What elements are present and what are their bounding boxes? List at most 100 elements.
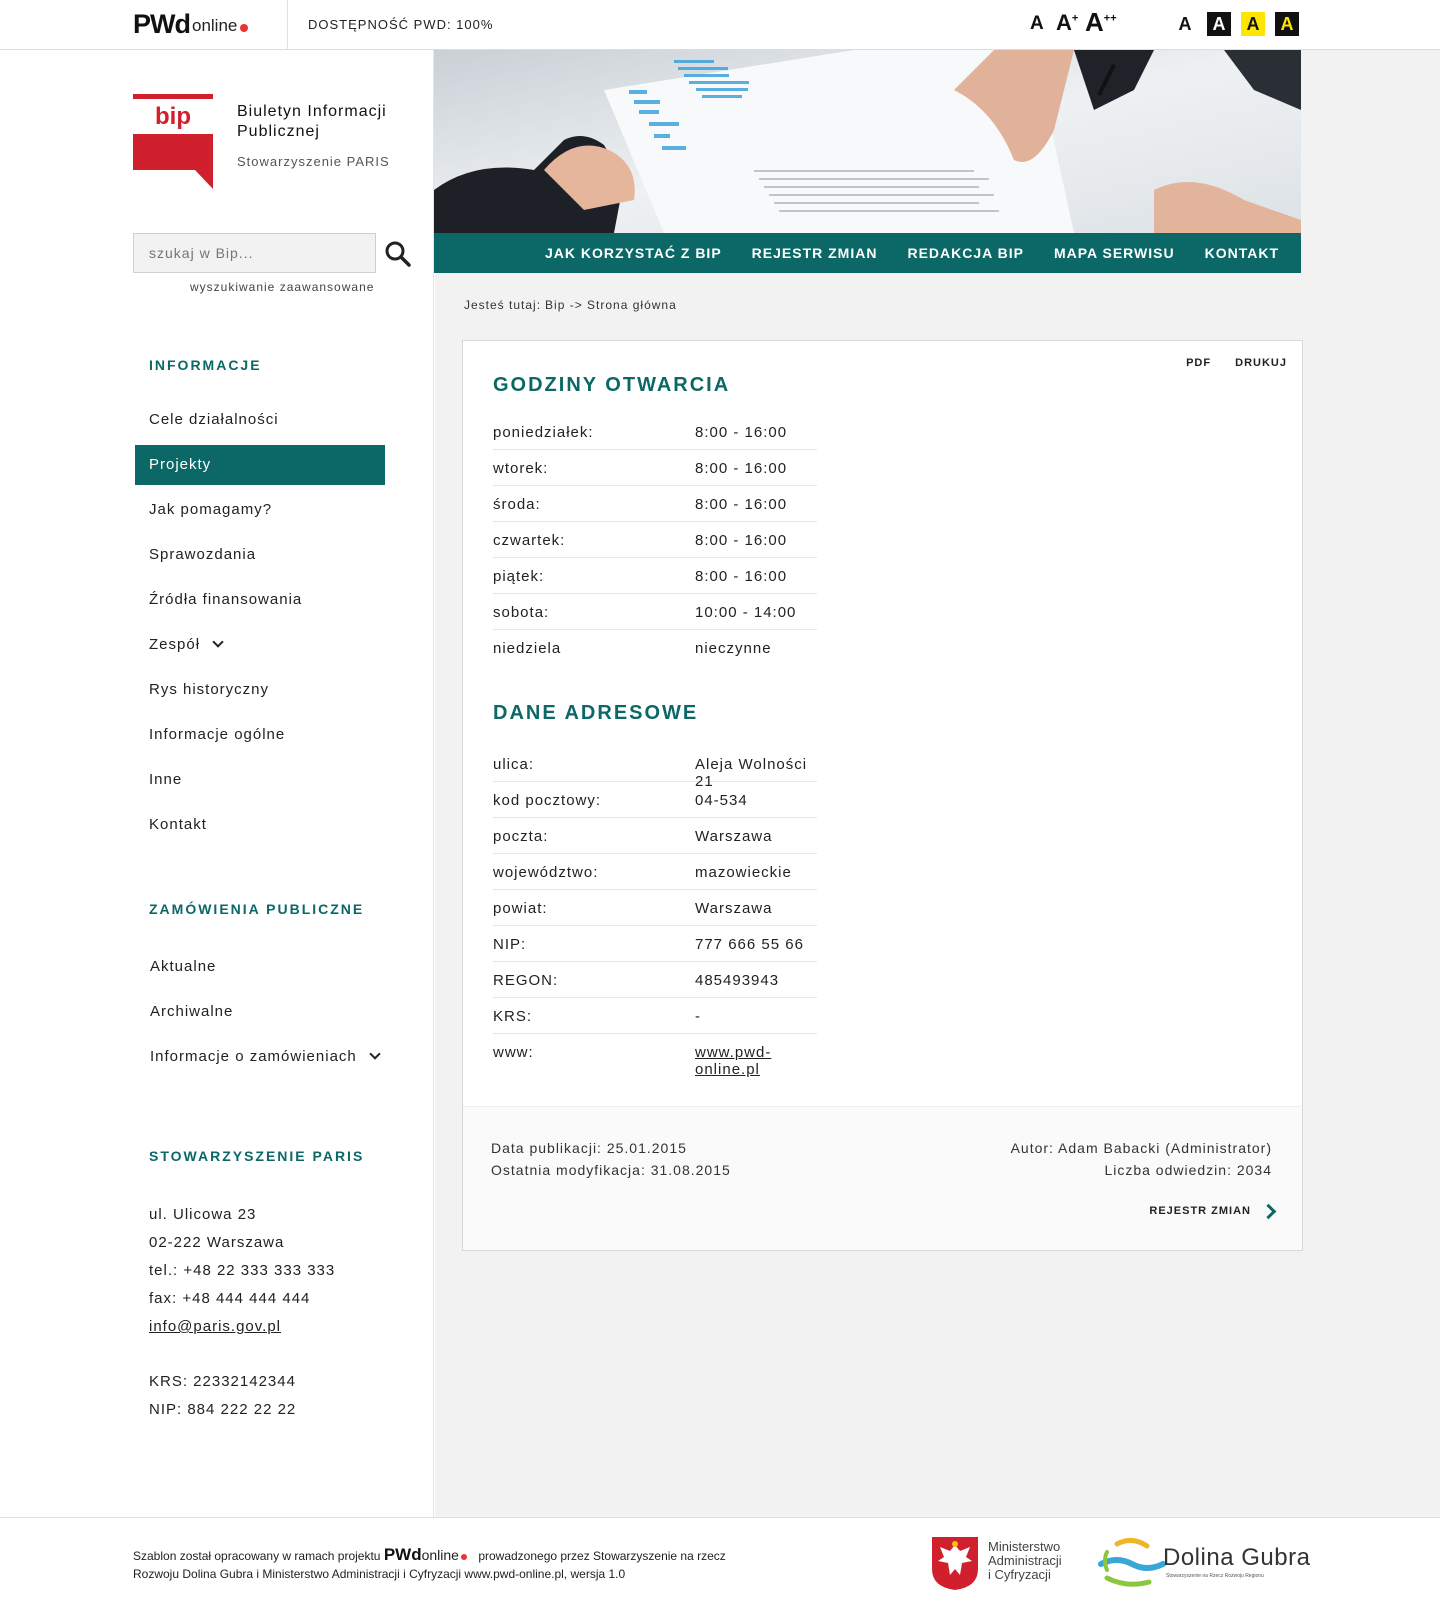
pwd-logo-mark: PWd xyxy=(133,9,191,39)
sidebar-item-archiwalne[interactable]: Archiwalne xyxy=(136,992,386,1032)
org-nip: NIP: 884 222 22 22 xyxy=(149,1401,297,1418)
day-label: wtorek: xyxy=(493,460,549,477)
address-label: województwo: xyxy=(493,864,599,881)
day-hours: 8:00 - 16:00 xyxy=(695,460,788,477)
contrast-black-yellow-button[interactable]: A xyxy=(1275,12,1299,36)
website-link[interactable]: www.pwd-online.pl xyxy=(695,1044,817,1078)
page-footer: Szablon został opracowany w ramach proje… xyxy=(0,1517,1440,1609)
hours-row: niedziela nieczynne xyxy=(493,630,817,666)
address-label: powiat: xyxy=(493,900,548,917)
day-hours: 10:00 - 14:00 xyxy=(695,604,797,621)
sidebar-item-informacje-zamowienia[interactable]: Informacje o zamówieniach xyxy=(136,1037,416,1077)
sidebar-item-zespol[interactable]: Zespół xyxy=(135,625,385,665)
breadcrumb-path[interactable]: Bip -> Strona główna xyxy=(545,298,677,312)
chevron-down-icon[interactable] xyxy=(369,1048,381,1060)
hours-row: poniedziałek: 8:00 - 16:00 xyxy=(493,414,817,450)
bip-logo-icon[interactable]: bip xyxy=(133,94,213,189)
sidebar-item-projekty[interactable]: Projekty xyxy=(135,445,385,485)
address-row: KRS: - xyxy=(493,998,817,1034)
published-date: Data publikacji: 25.01.2015 xyxy=(491,1140,687,1156)
hours-row: wtorek: 8:00 - 16:00 xyxy=(493,450,817,486)
sidebar-item-inne[interactable]: Inne xyxy=(135,760,385,800)
main-nav: JAK KORZYSTAĆ Z BIP REJESTR ZMIAN REDAKC… xyxy=(434,233,1301,273)
address-value: 04-534 xyxy=(695,792,748,809)
day-label: poniedziałek: xyxy=(493,424,594,441)
contrast-black-white-button[interactable]: A xyxy=(1207,12,1231,36)
org-email-link[interactable]: info@paris.gov.pl xyxy=(149,1318,281,1335)
footer-pwd-logo[interactable]: PWd xyxy=(384,1545,422,1564)
hours-title: GODZINY OTWARCIA xyxy=(493,374,731,396)
section-heading-informacje: INFORMACJE xyxy=(149,357,262,373)
pwd-online-logo[interactable]: PWd online xyxy=(133,9,249,39)
bip-subtitle: Stowarzyszenie PARIS xyxy=(237,154,390,169)
accessibility-indicator: DOSTĘPNOŚĆ PWD: 100% xyxy=(308,17,494,32)
nav-rejestr-zmian[interactable]: REJESTR ZMIAN xyxy=(752,245,878,261)
author: Autor: Adam Babacki (Administrator) xyxy=(1010,1140,1272,1156)
hero-image xyxy=(434,50,1301,233)
sidebar-item-cele[interactable]: Cele działalności xyxy=(135,400,385,440)
sidebar-item-aktualne[interactable]: Aktualne xyxy=(136,947,386,987)
changes-register-link[interactable]: REJESTR ZMIAN xyxy=(1149,1203,1277,1219)
address-label: poczta: xyxy=(493,828,549,845)
pwd-logo-dot xyxy=(240,24,249,32)
day-hours: nieczynne xyxy=(695,640,772,657)
sidebar-item-kontakt[interactable]: Kontakt xyxy=(135,805,385,845)
nav-jak-korzystac[interactable]: JAK KORZYSTAĆ Z BIP xyxy=(545,245,722,261)
day-label: środa: xyxy=(493,496,541,513)
address-value: Warszawa xyxy=(695,828,773,845)
sidebar-item-jak-pomagamy[interactable]: Jak pomagamy? xyxy=(135,490,385,530)
search-input[interactable] xyxy=(133,233,376,273)
org-city: 02-222 Warszawa xyxy=(149,1234,285,1251)
footer-pwd-online: online xyxy=(421,1547,459,1563)
hours-row: środa: 8:00 - 16:00 xyxy=(493,486,817,522)
day-label: niedziela xyxy=(493,640,562,657)
address-label: ulica: xyxy=(493,756,535,773)
dolina-gubra-logo-icon[interactable] xyxy=(1097,1538,1167,1590)
nav-redakcja[interactable]: REDAKCJA BIP xyxy=(907,245,1024,261)
sidebar-item-rys[interactable]: Rys historyczny xyxy=(135,670,385,710)
dolina-gubra-name: Dolina Gubra xyxy=(1163,1544,1311,1571)
sidebar-item-label: Informacje o zamówieniach xyxy=(150,1048,357,1065)
address-row: województwo: mazowieckie xyxy=(493,854,817,890)
address-label: KRS: xyxy=(493,1008,533,1025)
address-label: www: xyxy=(493,1044,534,1061)
advanced-search-link[interactable]: wyszukiwanie zaawansowane xyxy=(190,280,374,294)
org-fax: fax: +48 444 444 444 xyxy=(149,1290,311,1307)
nav-kontakt[interactable]: KONTAKT xyxy=(1205,245,1279,261)
address-value: 777 666 55 66 xyxy=(695,936,804,953)
sidebar-item-informacje-ogolne[interactable]: Informacje ogólne xyxy=(135,715,385,755)
print-button[interactable]: DRUKUJ xyxy=(1235,357,1287,369)
address-row: ulica: Aleja Wolności 21 xyxy=(493,746,817,790)
day-label: sobota: xyxy=(493,604,550,621)
polish-eagle-emblem-icon[interactable] xyxy=(930,1535,980,1591)
org-phone: tel.: +48 22 333 333 333 xyxy=(149,1262,336,1279)
hours-row: piątek: 8:00 - 16:00 xyxy=(493,558,817,594)
address-row: NIP: 777 666 55 66 xyxy=(493,926,817,962)
day-label: czwartek: xyxy=(493,532,566,549)
footer-text: Szablon został opracowany w ramach proje… xyxy=(133,1546,726,1583)
breadcrumb-prefix: Jesteś tutaj: xyxy=(464,298,542,312)
address-value: Warszawa xyxy=(695,900,773,917)
footer-pwd-dot xyxy=(460,1554,467,1560)
address-label: NIP: xyxy=(493,936,527,953)
footer-text-b: prowadzonego przez Stowarzyszenie na rze… xyxy=(478,1549,726,1563)
search-icon[interactable] xyxy=(384,240,412,268)
pdf-button[interactable]: PDF xyxy=(1186,357,1211,369)
sidebar-item-label: Zespół xyxy=(149,636,201,653)
divider xyxy=(287,0,288,49)
sidebar-item-zrodla[interactable]: Źródła finansowania xyxy=(135,580,385,620)
dolina-gubra-subtitle: Stowarzyszenie na Rzecz Rozwoju Regionu xyxy=(1166,1573,1264,1579)
chevron-down-icon[interactable] xyxy=(212,636,224,648)
contrast-default-button[interactable]: A xyxy=(1173,12,1197,36)
contrast-yellow-black-button[interactable]: A xyxy=(1241,12,1265,36)
font-size-large-button[interactable]: A+ xyxy=(1056,10,1078,36)
nav-mapa-serwisu[interactable]: MAPA SERWISU xyxy=(1054,245,1175,261)
font-size-normal-button[interactable]: A xyxy=(1030,13,1044,35)
org-street: ul. Ulicowa 23 xyxy=(149,1206,257,1223)
address-row: www: www.pwd-online.pl xyxy=(493,1034,817,1078)
day-hours: 8:00 - 16:00 xyxy=(695,532,788,549)
visit-count: Liczba odwiedzin: 2034 xyxy=(1104,1162,1272,1178)
sidebar-item-sprawozdania[interactable]: Sprawozdania xyxy=(135,535,385,575)
svg-text:bip: bip xyxy=(155,103,191,130)
font-size-xlarge-button[interactable]: A++ xyxy=(1085,7,1117,38)
